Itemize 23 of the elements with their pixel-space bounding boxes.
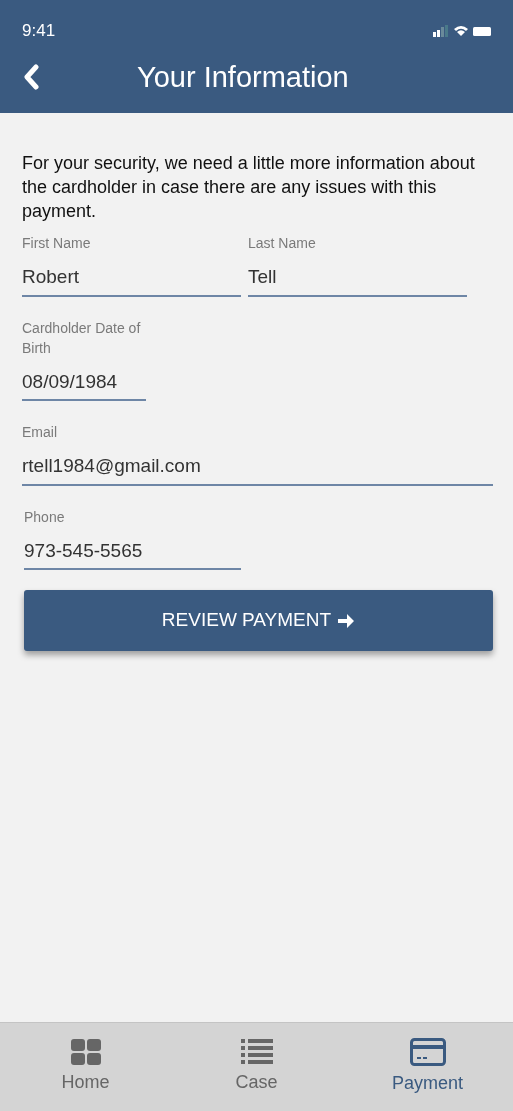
input-field[interactable]: Tell — [248, 263, 467, 297]
status-icons — [433, 23, 491, 38]
tab-item[interactable]: Home — [0, 1023, 171, 1111]
input-field[interactable]: 08/09/1984 — [22, 367, 146, 401]
tab-item[interactable]: Payment — [342, 1023, 513, 1111]
tab-item[interactable]: Case — [171, 1023, 342, 1111]
back-icon[interactable] — [22, 64, 40, 91]
credit-card-icon — [409, 1037, 446, 1066]
arrow-right-icon — [337, 612, 356, 629]
field-label: Phone — [24, 507, 66, 527]
input-field[interactable]: 973-545-5565 — [24, 536, 241, 570]
field-label: First Name — [22, 234, 92, 253]
status-time: 9:41 — [22, 20, 56, 42]
field-label: Email — [22, 423, 58, 442]
intro-text: For your security, we need a little more information about the cardholder in case there are any issues with this payment. — [22, 152, 476, 223]
field-label: Last Name — [248, 234, 317, 253]
review-payment-button[interactable]: REVIEW PAYMENT — [24, 590, 493, 651]
input-field[interactable]: Robert — [22, 263, 241, 297]
field-label: Cardholder Date of Birth — [22, 318, 142, 358]
list-icon — [240, 1038, 273, 1065]
input-field[interactable]: rtell1984@gmail.com — [22, 452, 493, 486]
grid-icon — [70, 1038, 101, 1065]
page-title: Your Information — [137, 59, 349, 95]
